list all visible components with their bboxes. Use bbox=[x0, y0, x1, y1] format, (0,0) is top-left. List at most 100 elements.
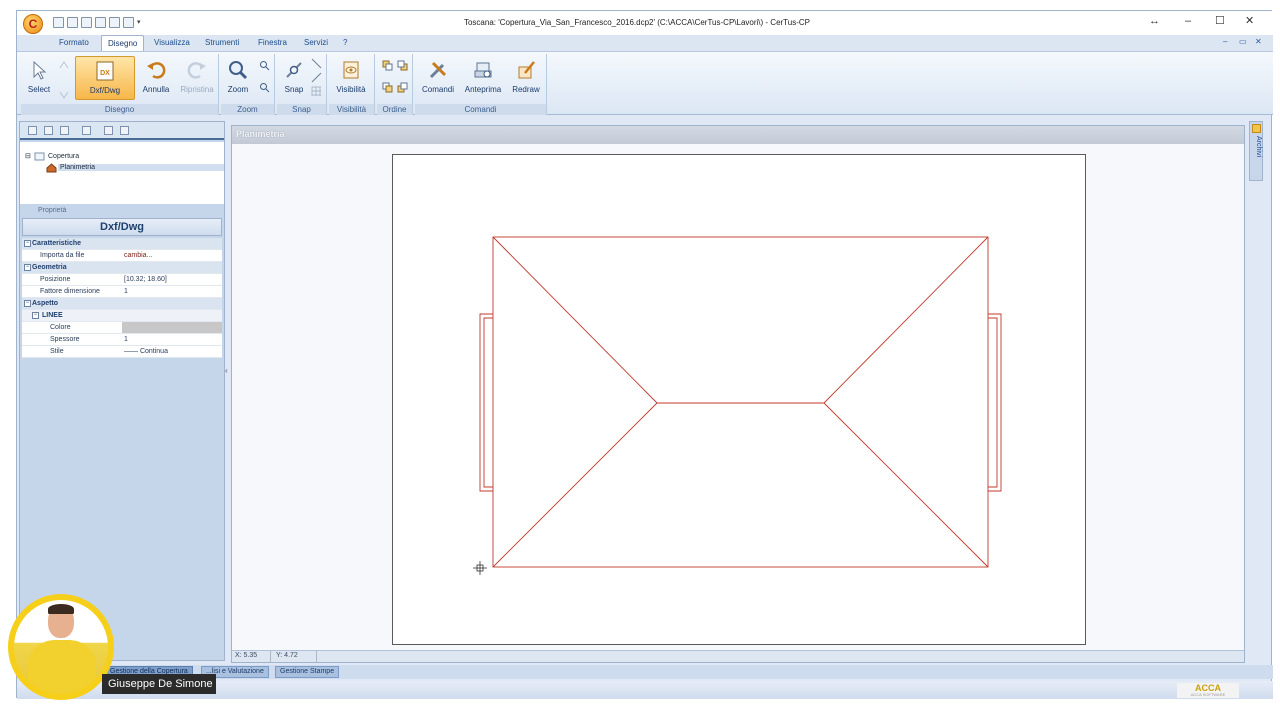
properties-header: Proprietà bbox=[22, 204, 222, 218]
prop-row-stile[interactable]: Stile —— Continua bbox=[22, 346, 222, 358]
zoom-window-icon[interactable] bbox=[259, 82, 270, 93]
send-backward-icon[interactable] bbox=[397, 82, 408, 93]
tab-formato[interactable]: Formato bbox=[59, 38, 89, 47]
crosshair-cursor-icon bbox=[473, 561, 487, 575]
tree-toggle-icon[interactable]: ⊟ bbox=[25, 152, 31, 160]
anteprima-button[interactable]: Anteprima bbox=[461, 56, 505, 102]
tree-item-copertura[interactable]: Copertura bbox=[48, 153, 79, 160]
bring-front-icon[interactable] bbox=[382, 60, 393, 71]
group-label-comandi: Comandi bbox=[415, 104, 546, 115]
posizione-value[interactable]: [10.32; 18.60] bbox=[122, 274, 222, 285]
zoom-button[interactable]: Zoom bbox=[223, 56, 253, 102]
tab-help[interactable]: ? bbox=[343, 38, 347, 47]
comandi-label: Comandi bbox=[421, 85, 454, 94]
group-ordine: Ordine bbox=[377, 54, 413, 115]
collapse-icon[interactable]: − bbox=[24, 300, 31, 307]
mdi-restore-button[interactable]: ▭ bbox=[1239, 37, 1247, 46]
tab-disegno[interactable]: Disegno bbox=[101, 35, 145, 52]
title-bar: C ▾ Toscana: 'Copertura_Via_San_Francesc… bbox=[17, 11, 1273, 35]
tab-servizi[interactable]: Servizi bbox=[304, 38, 328, 47]
group-visibilita: Visibilità Visibilità bbox=[329, 54, 375, 115]
collapse-icon[interactable]: − bbox=[24, 264, 31, 271]
magnifier-icon bbox=[229, 61, 248, 80]
save-all-icon[interactable] bbox=[109, 17, 120, 28]
properties-title: Dxf/Dwg bbox=[22, 218, 222, 236]
section-linee[interactable]: − LINEE bbox=[22, 310, 222, 322]
app-window: C ▾ Toscana: 'Copertura_Via_San_Francesc… bbox=[16, 10, 1273, 699]
undo-icon bbox=[147, 62, 166, 79]
section-geometria[interactable]: − Geometria bbox=[22, 262, 222, 274]
open-recent-icon[interactable] bbox=[81, 17, 92, 28]
paste-item-icon[interactable] bbox=[60, 126, 69, 135]
ridge-top-lines[interactable] bbox=[492, 236, 989, 404]
import-icon[interactable] bbox=[82, 126, 91, 135]
app-logo-icon[interactable]: C bbox=[23, 14, 43, 34]
tab-gestione-stampe[interactable]: Gestione Stampe bbox=[275, 666, 340, 678]
open-folder-icon[interactable] bbox=[67, 17, 78, 28]
customize-dropdown-icon[interactable]: ▾ bbox=[137, 17, 148, 28]
print-icon[interactable] bbox=[123, 17, 134, 28]
spessore-value[interactable]: 1 bbox=[122, 334, 222, 345]
roof-outline[interactable] bbox=[492, 236, 989, 568]
status-y: Y: 4.72 bbox=[276, 652, 298, 659]
redo-icon bbox=[187, 62, 206, 79]
close-button[interactable]: ✕ bbox=[1245, 15, 1254, 27]
snap-grid-icon[interactable] bbox=[311, 86, 322, 97]
drawing-canvas[interactable] bbox=[232, 144, 1244, 650]
stile-value[interactable]: —— Continua bbox=[122, 346, 222, 357]
copy-item-icon[interactable] bbox=[44, 126, 53, 135]
tab-strumenti[interactable]: Strumenti bbox=[205, 38, 239, 47]
ripristina-button[interactable]: Ripristina bbox=[177, 56, 217, 102]
new-file-icon[interactable] bbox=[53, 17, 64, 28]
send-back-icon[interactable] bbox=[397, 60, 408, 71]
select-button[interactable]: Select bbox=[23, 56, 55, 102]
snap-line-icon[interactable] bbox=[311, 72, 322, 83]
collapse-icon[interactable]: − bbox=[32, 312, 39, 319]
visibilita-button[interactable]: Visibilità bbox=[331, 56, 371, 102]
collapse-icon[interactable]: − bbox=[24, 240, 31, 247]
archivi-side-tab[interactable]: Archivi bbox=[1249, 121, 1263, 181]
zoom-in-icon[interactable] bbox=[259, 60, 270, 71]
archive-icon bbox=[1252, 124, 1261, 133]
arrow-up-icon[interactable] bbox=[59, 60, 69, 70]
maximize-button[interactable]: ☐ bbox=[1215, 15, 1225, 27]
hip-bottom-lines[interactable] bbox=[492, 402, 989, 568]
prop-row-spessore[interactable]: Spessore 1 bbox=[22, 334, 222, 346]
expand-all-icon[interactable] bbox=[104, 126, 113, 135]
right-gutter[interactable] bbox=[988, 313, 1002, 492]
prop-row-colore[interactable]: Colore bbox=[22, 322, 222, 334]
prop-row-fattore[interactable]: Fattore dimensione 1 bbox=[22, 286, 222, 298]
snap-button[interactable]: Snap bbox=[279, 56, 309, 102]
fattore-value[interactable]: 1 bbox=[122, 286, 222, 297]
colore-swatch[interactable] bbox=[122, 322, 222, 333]
section-aspetto[interactable]: − Aspetto bbox=[22, 298, 222, 310]
annulla-button[interactable]: Annulla bbox=[137, 56, 175, 102]
collapse-all-icon[interactable] bbox=[120, 126, 129, 135]
arrow-down-icon[interactable] bbox=[59, 90, 69, 100]
importa-value[interactable]: cambia... bbox=[122, 250, 222, 261]
tab-finestra[interactable]: Finestra bbox=[258, 38, 287, 47]
prop-row-posizione[interactable]: Posizione [10.32; 18.60] bbox=[22, 274, 222, 286]
roof-plan-drawing[interactable] bbox=[232, 144, 1244, 650]
ribbon: Select DX Dxf/Dwg Annulla Ripristina Dis… bbox=[17, 51, 1273, 115]
section-caratteristiche[interactable]: − Caratteristiche bbox=[22, 238, 222, 250]
group-label-disegno: Disegno bbox=[21, 104, 218, 115]
mdi-close-button[interactable]: ✕ bbox=[1255, 37, 1262, 46]
comandi-button[interactable]: Comandi bbox=[417, 56, 459, 102]
panel-splitter-handle[interactable]: ‹ bbox=[225, 366, 230, 416]
prop-row-importa[interactable]: Importa da file cambia... bbox=[22, 250, 222, 262]
document-title: Planimetria bbox=[232, 126, 1244, 144]
tab-visualizza[interactable]: Visualizza bbox=[154, 38, 190, 47]
save-icon[interactable] bbox=[95, 17, 106, 28]
tree-item-planimetria[interactable]: Planimetria bbox=[58, 164, 224, 171]
minimize-button[interactable]: – bbox=[1185, 15, 1191, 27]
redraw-button[interactable]: Redraw bbox=[507, 56, 545, 102]
left-gutter[interactable] bbox=[479, 313, 493, 492]
new-item-icon[interactable] bbox=[28, 126, 37, 135]
snap-endpoint-icon[interactable] bbox=[311, 58, 322, 69]
dxf-dwg-button[interactable]: DX Dxf/Dwg bbox=[75, 56, 135, 100]
mdi-minimize-button[interactable]: – bbox=[1223, 37, 1227, 46]
group-label-zoom: Zoom bbox=[221, 104, 274, 115]
resize-arrows-icon[interactable]: ↔ bbox=[1149, 15, 1160, 27]
bring-forward-icon[interactable] bbox=[382, 82, 393, 93]
